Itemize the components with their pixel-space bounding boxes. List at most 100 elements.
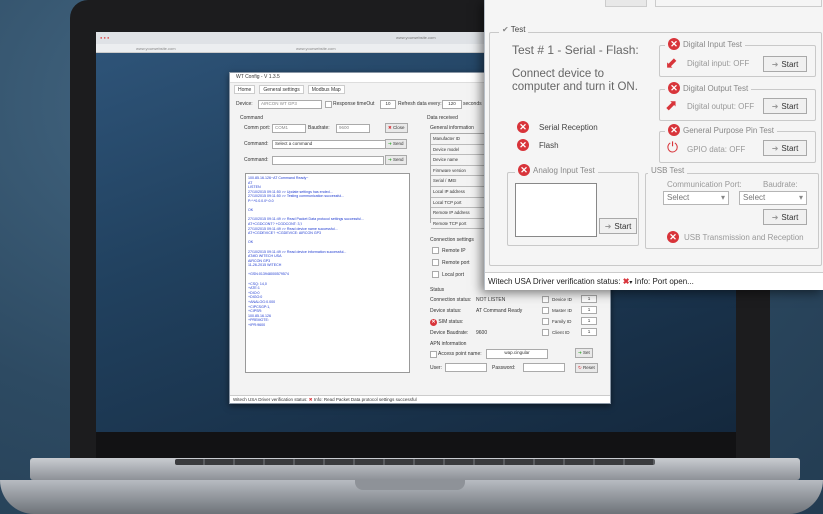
command-input[interactable]	[272, 156, 384, 165]
error-icon: ✕	[517, 121, 529, 133]
log-line: +IPR:9600	[248, 323, 266, 327]
arrow-right-icon: ➜	[578, 350, 582, 355]
device-status-value: AT Command Ready	[476, 308, 523, 314]
arrow-right-icon: ➜	[388, 141, 392, 146]
gpio-label: ✕ General Purpose Pin Test	[665, 124, 778, 136]
status-group-label: Status	[430, 287, 445, 293]
app-tabs: Home General settings Modbus Map	[234, 85, 345, 94]
serial-reception-label: Serial Reception	[539, 122, 598, 132]
connection-item-label: Remote port	[442, 259, 470, 266]
password-input[interactable]	[523, 363, 565, 372]
connection-item-label: Remote IP	[442, 247, 466, 254]
device-baudrate-value: 9600	[476, 330, 488, 336]
id-value[interactable]: 1	[581, 317, 597, 325]
response-timeout-label: Response timeOut	[333, 101, 375, 107]
gpio-text: General Purpose Pin Test	[683, 125, 775, 135]
laptop-keys	[175, 459, 655, 465]
user-label: User:	[430, 365, 442, 371]
send-button-2[interactable]: ➜ Send	[385, 155, 407, 165]
checkbox[interactable]	[432, 259, 439, 266]
window-controls-icon: ● ● ●	[100, 35, 110, 40]
id-row: Device ID 1	[542, 295, 597, 303]
tab-modbus-map[interactable]: Modbus Map	[307, 85, 345, 94]
app-status-bar: Witech USA Driver verification status: ✖…	[230, 395, 610, 403]
checkbox[interactable]	[542, 306, 549, 314]
error-icon: ✕	[668, 38, 680, 50]
connection-item[interactable]: Local port	[432, 271, 464, 278]
reset-icon: ↻	[578, 365, 582, 370]
usb-comm-port-label: Communication Port:	[667, 180, 742, 189]
id-value[interactable]: 1	[581, 306, 597, 314]
top-button-remnant	[605, 0, 647, 7]
connection-item[interactable]: Remote port	[432, 259, 470, 266]
usb-transmission-row: ✕ USB Transmission and Reception	[667, 231, 804, 243]
analog-input-text: Analog Input Test	[533, 165, 595, 175]
panel-status-text: Witech USA Driver verification status:	[488, 277, 621, 286]
connection-item-label: Local port	[442, 271, 464, 278]
id-row: Master ID 1	[542, 306, 597, 314]
close-button[interactable]: ✖ Close	[385, 123, 408, 133]
arrow-right-icon: ➜	[604, 221, 612, 231]
log-area[interactable]: 100.85.16.126~AT Command Ready~ AT LISTEN 2…	[245, 173, 410, 373]
access-point-checkbox[interactable]	[430, 351, 437, 358]
status-info: Info: Read Packet Data protocol settings…	[313, 397, 417, 402]
top-field-remnant	[655, 0, 822, 7]
send-button-label: Send	[393, 141, 404, 146]
usb-comm-port-select[interactable]: Select	[663, 191, 729, 205]
arrow-right-icon: ➜	[771, 143, 779, 153]
access-point-label: Access point name:	[438, 351, 482, 357]
usb-baudrate-select[interactable]: Select	[739, 191, 807, 205]
refresh-input[interactable]: 120	[442, 100, 462, 109]
browser-url[interactable]: www.yourwebsite.com	[396, 35, 436, 40]
panel-status-info: Info: Port open...	[634, 277, 694, 286]
id-label: Device ID	[552, 296, 572, 302]
general-information-label: General information	[430, 125, 474, 131]
connection-item[interactable]: Remote IP	[432, 247, 466, 254]
browser-tab[interactable]: www.yourwebsite.com	[136, 46, 176, 51]
id-value[interactable]: 1	[581, 328, 597, 336]
error-icon: ✕	[667, 231, 679, 243]
set-button[interactable]: ➜ Set	[575, 348, 593, 358]
apn-group-label: APN information	[430, 341, 467, 347]
error-icon: ✕	[518, 164, 530, 176]
start-button-label: Start	[781, 59, 799, 69]
error-icon: ✕	[517, 139, 529, 151]
zoom-test-panel: ✔ Test Test # 1 - Serial - Flash: Connec…	[484, 0, 823, 290]
access-point-input[interactable]: wap.cingular	[486, 349, 548, 359]
tab-general-settings[interactable]: General settings	[259, 85, 304, 94]
digital-output-text: Digital Output Test	[683, 83, 749, 93]
tab-home[interactable]: Home	[234, 85, 256, 94]
comm-port-select[interactable]: COM1	[272, 124, 306, 133]
arrow-right-icon: ➜	[771, 212, 779, 222]
command-select[interactable]: Select a command	[272, 140, 386, 149]
device-select[interactable]: AIRCON WT GP3	[258, 100, 322, 109]
id-row: Client ID 1	[542, 328, 597, 336]
checkbox[interactable]	[432, 247, 439, 254]
error-icon: ✕	[430, 319, 437, 326]
test-title: Test # 1 - Serial - Flash:	[512, 43, 639, 57]
id-value[interactable]: 1	[581, 295, 597, 303]
usb-start-button[interactable]: ➜ Start	[763, 209, 807, 225]
digital-input-label: ✕ Digital Input Test	[665, 38, 745, 50]
user-input[interactable]	[445, 363, 487, 372]
digital-output-arrow-icon: ⬈	[665, 97, 678, 114]
digital-output-start-button[interactable]: ➜ Start	[763, 98, 807, 114]
gpio-start-button[interactable]: ➜ Start	[763, 140, 807, 156]
checkbox[interactable]	[432, 271, 439, 278]
checkbox[interactable]	[542, 295, 549, 303]
baudrate-select[interactable]: 9600	[336, 124, 370, 133]
send-button[interactable]: ➜ Send	[385, 139, 407, 149]
analog-start-button[interactable]: ➜ Start	[599, 218, 637, 234]
digital-input-value: Digital input: OFF	[687, 59, 750, 68]
dropdown-icon[interactable]: ▾	[629, 280, 632, 286]
reset-button[interactable]: ↻ Reset	[575, 363, 598, 373]
response-timeout-checkbox[interactable]	[325, 101, 332, 108]
command-label: Command:	[244, 141, 269, 147]
checkbox[interactable]	[542, 317, 549, 325]
sim-status-label: SIM status:	[438, 319, 464, 325]
response-timeout-input[interactable]: 10	[380, 100, 396, 109]
browser-tab[interactable]: www.yourwebsite.com	[296, 46, 336, 51]
serial-reception-row: ✕ Serial Reception	[517, 121, 598, 133]
checkbox[interactable]	[542, 328, 549, 336]
digital-input-start-button[interactable]: ➜ Start	[763, 56, 807, 72]
